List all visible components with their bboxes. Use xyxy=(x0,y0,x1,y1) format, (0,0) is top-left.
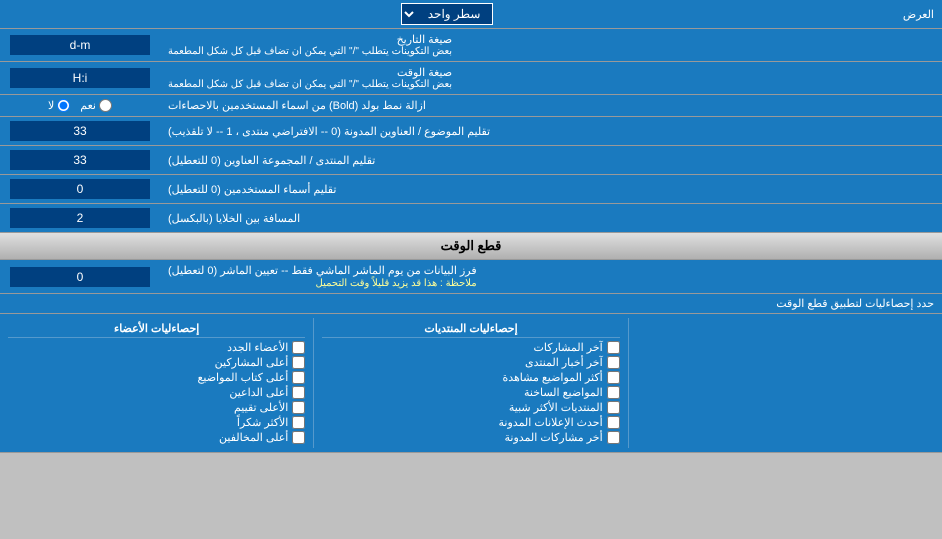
time-format-input-cell xyxy=(0,62,160,94)
usernames-input-cell xyxy=(0,175,160,203)
stats-checkbox-most-viewed[interactable] xyxy=(607,371,620,384)
time-format-label: صيغة الوقت بعض التكوينات يتطلب "/" التي … xyxy=(160,62,942,94)
stats-member-item-4: أعلى الداعين xyxy=(8,386,305,399)
date-format-row: صيغة التاريخ بعض التكوينات يتطلب "/" الت… xyxy=(0,29,942,62)
bold-yes-label: نعم xyxy=(80,99,112,112)
cut-time-label: فرز البيانات من يوم الماشر الماشي فقط --… xyxy=(160,260,942,293)
time-format-row: صيغة الوقت بعض التكوينات يتطلب "/" التي … xyxy=(0,62,942,95)
spacing-input[interactable] xyxy=(10,208,150,228)
cut-time-row: فرز البيانات من يوم الماشر الماشي فقط --… xyxy=(0,260,942,294)
topics-row: تقليم الموضوع / العناوين المدونة (0 -- ا… xyxy=(0,117,942,146)
stats-member-item-5: الأعلى تقييم xyxy=(8,401,305,414)
topics-input[interactable] xyxy=(10,121,150,141)
stats-checkbox-new-members[interactable] xyxy=(292,341,305,354)
date-format-input-cell xyxy=(0,29,160,61)
time-format-input[interactable] xyxy=(10,68,150,88)
stats-member-item-3: أعلى كتاب المواضيع xyxy=(8,371,305,384)
display-dropdown-cell: سطر واحد سطرين ثلاثة أسطر xyxy=(0,0,895,28)
usernames-input[interactable] xyxy=(10,179,150,199)
stats-member-item-7: أعلى المخالفين xyxy=(8,431,305,444)
topics-input-cell xyxy=(0,117,160,145)
forum-group-row: تقليم المنتدى / المجموعة العناوين (0 للت… xyxy=(0,146,942,175)
cut-time-input[interactable] xyxy=(10,267,150,287)
bold-yes-radio[interactable] xyxy=(99,99,112,112)
bold-radio-group: نعم لا xyxy=(0,95,160,116)
bold-no-radio[interactable] xyxy=(57,99,70,112)
stats-forum-col: إحصاءليات المنتديات آخر المشاركات آخر أخ… xyxy=(313,318,628,448)
stats-members-col: إحصاءليات الأعضاء الأعضاء الجدد أعلى الم… xyxy=(0,318,313,448)
forum-group-input[interactable] xyxy=(10,150,150,170)
stats-checkbox-top-posters[interactable] xyxy=(292,356,305,369)
bold-no-label: لا xyxy=(48,99,70,112)
cut-time-input-cell xyxy=(0,260,160,293)
display-dropdown[interactable]: سطر واحد سطرين ثلاثة أسطر xyxy=(401,3,493,25)
stats-checkbox-top-inviters[interactable] xyxy=(292,386,305,399)
stats-item-2: آخر أخبار المنتدى xyxy=(322,356,619,369)
bold-row: ازالة نمط بولد (Bold) من اسماء المستخدمي… xyxy=(0,95,942,117)
spacing-input-cell xyxy=(0,204,160,232)
stats-checkbox-top-rated[interactable] xyxy=(292,401,305,414)
apply-stats-row: حدد إحصاءليات لتطبيق قطع الوقت xyxy=(0,294,942,314)
stats-checkbox-announcements[interactable] xyxy=(607,416,620,429)
stats-checkbox-forum-news[interactable] xyxy=(607,356,620,369)
stats-checkbox-blog-posts[interactable] xyxy=(607,431,620,444)
date-format-label: صيغة التاريخ بعض التكوينات يتطلب "/" الت… xyxy=(160,29,942,61)
main-container: العرض سطر واحد سطرين ثلاثة أسطر صيغة الت… xyxy=(0,0,942,453)
stats-forum-col-title: إحصاءليات المنتديات xyxy=(322,320,619,338)
cut-time-section-header: قطع الوقت xyxy=(0,233,942,260)
spacing-label: المسافة بين الخلايا (بالبكسل) xyxy=(160,204,942,232)
topics-label: تقليم الموضوع / العناوين المدونة (0 -- ا… xyxy=(160,117,942,145)
usernames-label: تقليم أسماء المستخدمين (0 للتعطيل) xyxy=(160,175,942,203)
stats-checkbox-most-thanked[interactable] xyxy=(292,416,305,429)
stats-item-1: آخر المشاركات xyxy=(322,341,619,354)
page-title: العرض xyxy=(895,0,942,28)
stats-item-6: أحدث الإعلانات المدونة xyxy=(322,416,619,429)
forum-group-input-cell xyxy=(0,146,160,174)
stats-checkbox-top-violators[interactable] xyxy=(292,431,305,444)
stats-member-item-2: أعلى المشاركين xyxy=(8,356,305,369)
stats-checkboxes-section: إحصاءليات المنتديات آخر المشاركات آخر أخ… xyxy=(0,314,942,453)
stats-checkbox-last-posts[interactable] xyxy=(607,341,620,354)
stats-item-5: المنتديات الأكثر شبية xyxy=(322,401,619,414)
bold-label: ازالة نمط بولد (Bold) من اسماء المستخدمي… xyxy=(160,95,942,116)
title-row: العرض سطر واحد سطرين ثلاثة أسطر xyxy=(0,0,942,29)
stats-item-7: أخر مشاركات المدونة xyxy=(322,431,619,444)
date-format-input[interactable] xyxy=(10,35,150,55)
stats-member-item-1: الأعضاء الجدد xyxy=(8,341,305,354)
stats-checkbox-top-authors[interactable] xyxy=(292,371,305,384)
stats-checkbox-similar-forums[interactable] xyxy=(607,401,620,414)
usernames-row: تقليم أسماء المستخدمين (0 للتعطيل) xyxy=(0,175,942,204)
stats-item-3: أكثر المواضيع مشاهدة xyxy=(322,371,619,384)
stats-member-item-6: الأكثر شكراً xyxy=(8,416,305,429)
spacing-row: المسافة بين الخلايا (بالبكسل) xyxy=(0,204,942,233)
stats-empty-col xyxy=(629,318,942,448)
stats-item-4: المواضيع الساخنة xyxy=(322,386,619,399)
stats-checkbox-hot-topics[interactable] xyxy=(607,386,620,399)
apply-stats-label: حدد إحصاءليات لتطبيق قطع الوقت xyxy=(8,297,934,310)
stats-members-col-title: إحصاءليات الأعضاء xyxy=(8,320,305,338)
forum-group-label: تقليم المنتدى / المجموعة العناوين (0 للت… xyxy=(160,146,942,174)
